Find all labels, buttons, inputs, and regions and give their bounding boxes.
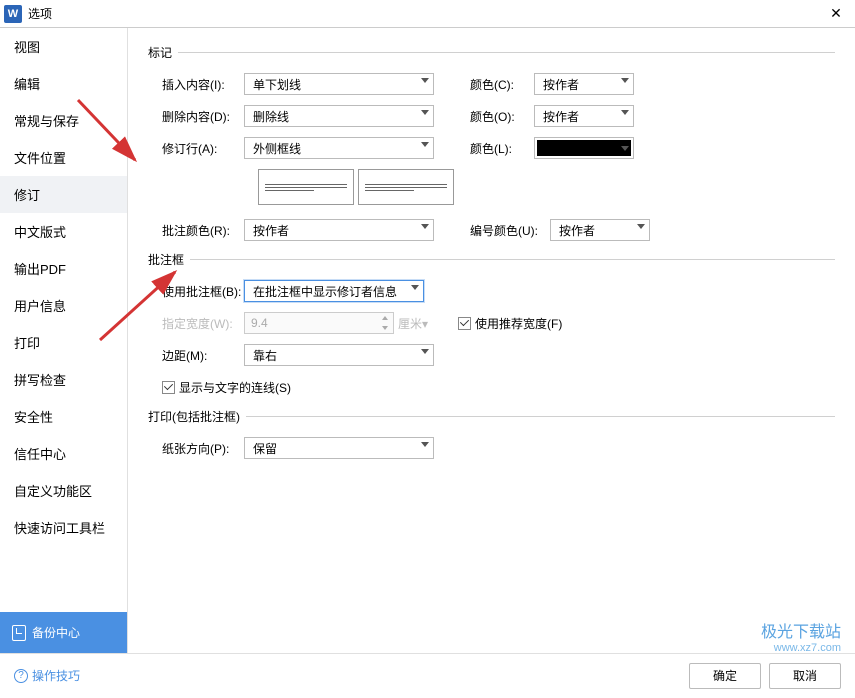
sidebar: 视图编辑常规与保存文件位置修订中文版式输出PDF用户信息打印拼写检查安全性信任中…: [0, 28, 128, 653]
comment-color-select[interactable]: 按作者: [244, 219, 434, 241]
nav-item-8[interactable]: 打印: [0, 324, 127, 361]
preview-right: [358, 169, 454, 205]
width-label: 指定宽度(W):: [148, 315, 244, 332]
backup-center-button[interactable]: 备份中心: [0, 612, 127, 653]
nav-item-13[interactable]: 快速访问工具栏: [0, 509, 127, 546]
margin-select[interactable]: 靠右: [244, 344, 434, 366]
use-balloon-select[interactable]: 在批注框中显示修订者信息: [244, 280, 424, 302]
preview-boxes: [258, 169, 835, 205]
colorL-swatch[interactable]: [534, 137, 634, 159]
width-unit: 厘米▾: [398, 315, 428, 332]
delete-label: 删除内容(D):: [148, 108, 244, 125]
ok-button[interactable]: 确定: [689, 663, 761, 689]
nav-item-10[interactable]: 安全性: [0, 398, 127, 435]
line-select[interactable]: 外侧框线: [244, 137, 434, 159]
tips-link[interactable]: ? 操作技巧: [14, 667, 80, 684]
nav-item-0[interactable]: 视图: [0, 28, 127, 65]
width-spinner: 9.4: [244, 312, 394, 334]
nav-item-4[interactable]: 修订: [0, 176, 127, 213]
orient-label: 纸张方向(P):: [148, 440, 244, 457]
backup-label: 备份中心: [32, 624, 80, 641]
colorO-label: 颜色(O):: [464, 108, 534, 125]
content-panel: 标记 插入内容(I): 单下划线 颜色(C): 按作者 删除内容(D): 删除线…: [128, 28, 855, 653]
question-icon: ?: [14, 669, 28, 683]
group-marks-title: 标记: [148, 44, 178, 61]
nav-item-11[interactable]: 信任中心: [0, 435, 127, 472]
colorC-select[interactable]: 按作者: [534, 73, 634, 95]
use-balloon-label: 使用批注框(B):: [148, 283, 244, 300]
group-balloon-title: 批注框: [148, 251, 190, 268]
nav-item-6[interactable]: 输出PDF: [0, 250, 127, 287]
nav-item-12[interactable]: 自定义功能区: [0, 472, 127, 509]
comment-color-label: 批注颜色(R):: [148, 222, 244, 239]
app-icon: W: [4, 5, 22, 23]
group-print-title: 打印(包括批注框): [148, 408, 246, 425]
close-button[interactable]: ✕: [821, 5, 851, 22]
colorC-label: 颜色(C):: [464, 76, 534, 93]
nav-item-2[interactable]: 常规与保存: [0, 102, 127, 139]
nav-item-7[interactable]: 用户信息: [0, 287, 127, 324]
insert-label: 插入内容(I):: [148, 76, 244, 93]
window-title: 选项: [28, 5, 821, 22]
backup-icon: [12, 625, 26, 641]
nav-item-3[interactable]: 文件位置: [0, 139, 127, 176]
nav-item-9[interactable]: 拼写检查: [0, 361, 127, 398]
insert-select[interactable]: 单下划线: [244, 73, 434, 95]
number-color-select[interactable]: 按作者: [550, 219, 650, 241]
cancel-button[interactable]: 取消: [769, 663, 841, 689]
line-label: 修订行(A):: [148, 140, 244, 157]
colorL-label: 颜色(L):: [464, 140, 534, 157]
nav-item-1[interactable]: 编辑: [0, 65, 127, 102]
nav-item-5[interactable]: 中文版式: [0, 213, 127, 250]
preview-left: [258, 169, 354, 205]
orient-select[interactable]: 保留: [244, 437, 434, 459]
rec-width-checkbox[interactable]: 使用推荐宽度(F): [458, 315, 562, 332]
number-color-label: 编号颜色(U):: [464, 222, 550, 239]
colorO-select[interactable]: 按作者: [534, 105, 634, 127]
margin-label: 边距(M):: [148, 347, 244, 364]
delete-select[interactable]: 删除线: [244, 105, 434, 127]
show-line-checkbox[interactable]: 显示与文字的连线(S): [162, 379, 291, 396]
